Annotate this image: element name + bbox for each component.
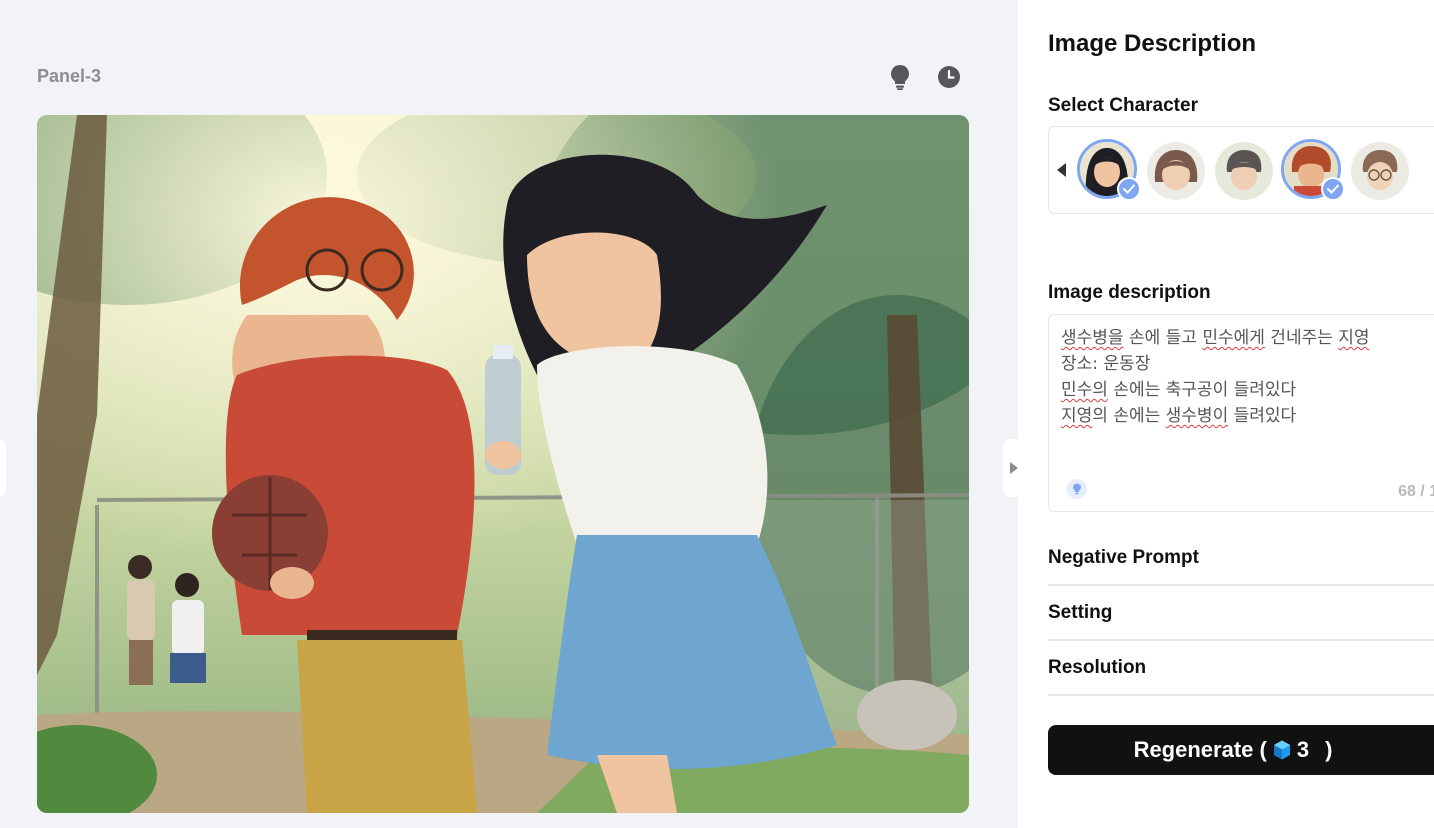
prev-panel-tab[interactable] (0, 440, 6, 496)
gem-icon (1273, 740, 1291, 760)
history-clock-icon[interactable] (936, 64, 962, 90)
image-description-label: Image description (1048, 282, 1211, 303)
resolution-section[interactable]: Resolution (1048, 640, 1434, 696)
generated-image (37, 115, 969, 813)
image-description-sidebar: Image Description Select Character Image… (1018, 0, 1434, 828)
character-avatar[interactable] (1215, 142, 1273, 200)
description-text: 생수병을 손에 들고 민수에게 건네주는 지영 장소: 운동장 민수의 손에는 … (1061, 328, 1370, 426)
regenerate-cost: 3 (1296, 737, 1310, 762)
setting-label: Setting (1048, 602, 1113, 623)
regenerate-button[interactable]: Regenerate ( 3 ) (1048, 725, 1434, 775)
check-icon (1321, 177, 1345, 201)
regenerate-suffix: ) (1325, 737, 1333, 762)
select-character-label: Select Character (1048, 95, 1198, 116)
canvas-panel: Panel-3 (0, 0, 1025, 828)
character-avatar[interactable] (1147, 142, 1205, 200)
chevron-left-icon[interactable] (1057, 163, 1066, 177)
panel-title: Panel-3 (37, 66, 102, 86)
resolution-label: Resolution (1048, 657, 1147, 678)
negative-prompt-label: Negative Prompt (1048, 547, 1199, 568)
setting-section[interactable]: Setting (1048, 585, 1434, 641)
image-description-textarea[interactable]: 생수병을 손에 들고 민수에게 건네주는 지영 장소: 운동장 민수의 손에는 … (1048, 314, 1434, 512)
character-selector (1048, 126, 1434, 214)
hint-bulb-icon[interactable] (1067, 479, 1087, 499)
sidebar-title: Image Description (1048, 30, 1257, 57)
lightbulb-icon[interactable] (887, 64, 913, 90)
check-icon (1117, 177, 1141, 201)
regenerate-label: Regenerate ( (1133, 737, 1267, 762)
negative-prompt-section[interactable]: Negative Prompt (1048, 530, 1434, 586)
character-avatar[interactable] (1351, 142, 1409, 200)
character-counter: 68 / 10 (1398, 483, 1434, 500)
